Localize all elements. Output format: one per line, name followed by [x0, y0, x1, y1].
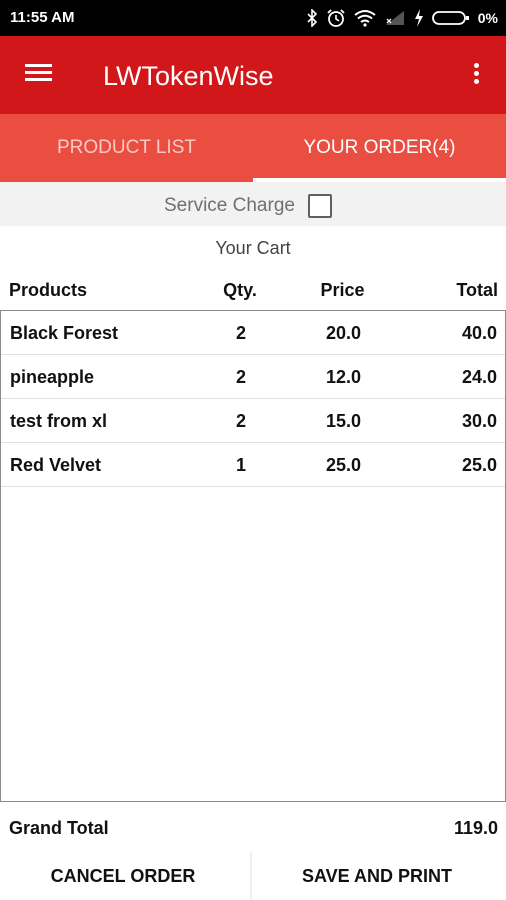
tab-bar: PRODUCT LIST YOUR ORDER(4)	[0, 114, 506, 182]
cell-qty: 2	[235, 323, 246, 343]
hamburger-menu-icon[interactable]	[22, 60, 58, 90]
cell-product: Red Velvet	[10, 455, 102, 475]
table-row[interactable]: Black Forest 2 20.0 40.0	[1, 311, 505, 355]
table-row[interactable]: pineapple 2 12.0 24.0	[1, 355, 505, 399]
status-time: 11:55 AM	[10, 9, 75, 26]
cart-title: Your Cart	[215, 238, 291, 258]
button-divider	[250, 852, 252, 900]
cell-price: 25.0	[325, 455, 362, 475]
battery-percent: 0%	[477, 10, 498, 26]
cell-price: 15.0	[325, 411, 362, 431]
service-charge-row: Service Charge	[0, 182, 506, 226]
action-bar: CANCEL ORDER SAVE AND PRINT	[0, 852, 506, 900]
cell-qty: 2	[235, 367, 246, 387]
cell-product: pineapple	[10, 367, 95, 387]
cell-price: 12.0	[325, 367, 362, 387]
alarm-icon	[326, 7, 346, 29]
app-bar: LWTokenWise	[0, 36, 506, 114]
cell-qty: 1	[235, 455, 246, 475]
grand-total-value: 119.0	[453, 818, 498, 838]
header-total: Total	[456, 280, 498, 300]
table-header: Products Qty. Price Total	[0, 280, 506, 310]
cell-total: 24.0	[461, 367, 497, 387]
cart-table[interactable]: Black Forest 2 20.0 40.0 pineapple 2 12.…	[0, 310, 506, 802]
cell-total: 40.0	[461, 323, 497, 343]
charging-icon	[414, 7, 424, 29]
grand-total-label: Grand Total	[9, 818, 109, 838]
tab-your-order[interactable]: YOUR ORDER(4)	[253, 114, 506, 182]
grand-total-row: Grand Total 119.0	[0, 816, 506, 842]
table-row[interactable]: test from xl 2 15.0 30.0	[1, 399, 505, 443]
cell-price: 20.0	[325, 323, 362, 343]
battery-icon	[431, 7, 470, 29]
cell-total: 30.0	[461, 411, 497, 431]
cancel-order-button[interactable]: CANCEL ORDER	[0, 852, 246, 900]
app-title: LWTokenWise	[103, 61, 274, 91]
save-and-print-button[interactable]: SAVE AND PRINT	[254, 852, 500, 900]
cell-qty: 2	[235, 411, 246, 431]
cell-product: Black Forest	[10, 323, 119, 343]
tab-product-list[interactable]: PRODUCT LIST	[0, 114, 253, 182]
cell-product: test from xl	[10, 411, 108, 431]
header-price: Price	[320, 280, 365, 300]
service-charge-checkbox[interactable]	[308, 194, 332, 218]
wifi-icon	[354, 7, 376, 29]
bluetooth-icon	[306, 7, 318, 29]
service-charge-label: Service Charge	[164, 195, 295, 216]
status-icons: 0%	[306, 7, 498, 29]
signal-icon	[384, 7, 406, 29]
cell-total: 25.0	[461, 455, 497, 475]
header-products: Products	[9, 280, 88, 300]
status-bar: 11:55 AM 0%	[0, 0, 506, 36]
table-row[interactable]: Red Velvet 1 25.0 25.0	[1, 443, 505, 487]
header-qty: Qty.	[223, 280, 257, 300]
overflow-menu-icon[interactable]	[466, 60, 486, 90]
